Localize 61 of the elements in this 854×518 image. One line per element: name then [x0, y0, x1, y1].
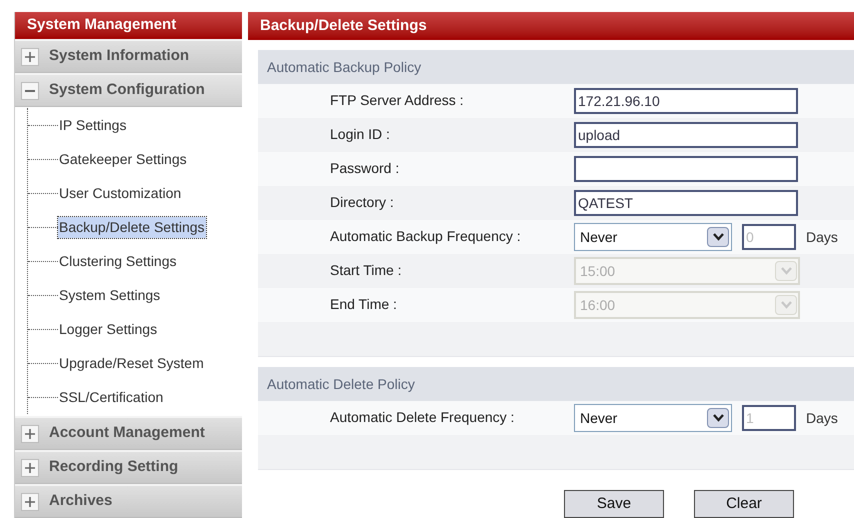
group-label: System Information	[49, 46, 190, 66]
sidebar-title: System Management	[15, 12, 242, 39]
frequency-select[interactable]: Never	[574, 404, 732, 432]
group-label: Recording Setting	[49, 457, 178, 478]
form-button[interactable]: Clear	[694, 490, 794, 518]
select-value: Never	[580, 408, 618, 428]
plus-icon	[25, 496, 35, 506]
sidebar-group[interactable]: Recording Setting	[15, 452, 242, 484]
minus-icon	[25, 90, 35, 92]
dropdown-button[interactable]	[707, 227, 729, 247]
chevron-down-icon	[712, 414, 724, 422]
group-label: System Configuration	[49, 80, 205, 100]
frequency-select[interactable]: Never	[574, 223, 732, 251]
toggle-button[interactable]	[21, 48, 39, 66]
select-value: Never	[580, 228, 618, 246]
dropdown-button[interactable]	[707, 408, 729, 428]
toggle-button[interactable]	[21, 458, 39, 476]
input-field[interactable]: 172.21.96.10	[574, 88, 798, 114]
chevron-down-icon	[780, 267, 792, 275]
toggle-button[interactable]	[21, 82, 39, 100]
field-label: Start Time :	[330, 262, 402, 278]
select-value: 15:00	[580, 262, 616, 280]
sidebar-item[interactable]: Upgrade/Reset System	[58, 352, 205, 374]
toggle-button[interactable]	[21, 424, 39, 442]
sidebar-item[interactable]: Clustering Settings	[58, 250, 178, 272]
chevron-down-icon	[780, 301, 792, 309]
plus-icon	[25, 462, 35, 472]
field-label: End Time :	[330, 296, 397, 312]
sidebar-item[interactable]: Logger Settings	[58, 318, 158, 340]
field-label: FTP Server Address :	[330, 92, 464, 108]
sidebar-group[interactable]: System Configuration	[15, 75, 242, 107]
sidebar-item[interactable]: IP Settings	[58, 114, 128, 136]
sidebar-item[interactable]: System Settings	[58, 284, 162, 306]
sidebar-item[interactable]: Gatekeeper Settings	[58, 148, 188, 170]
sidebar-item[interactable]: SSL/Certification	[58, 386, 164, 408]
toggle-button[interactable]	[21, 492, 39, 510]
sidebar-group[interactable]: Account Management	[15, 418, 242, 450]
plus-icon	[25, 52, 35, 62]
input-field[interactable]: upload	[574, 122, 798, 148]
field-label: Login ID :	[330, 126, 390, 142]
field-label: Directory :	[330, 194, 394, 210]
plus-icon	[25, 428, 35, 438]
days-unit-label: Days	[806, 228, 838, 247]
section-title: Automatic Delete Policy	[258, 367, 854, 401]
select-value: 16:00	[580, 296, 616, 314]
sidebar-item[interactable]: Backup/Delete Settings	[58, 216, 206, 238]
input-field[interactable]	[574, 156, 798, 182]
group-label: Archives	[49, 491, 112, 512]
input-field[interactable]: QATEST	[574, 190, 798, 216]
field-label: Password :	[330, 160, 400, 176]
sidebar-group[interactable]: Archives	[15, 486, 242, 518]
field-label: Automatic Backup Frequency :	[330, 228, 521, 244]
page-title: Backup/Delete Settings	[248, 12, 854, 40]
chevron-down-icon	[712, 233, 724, 241]
form-button[interactable]: Save	[564, 490, 664, 518]
days-unit-label: Days	[806, 408, 838, 428]
sidebar-item[interactable]: User Customization	[58, 182, 182, 204]
group-label: Account Management	[49, 423, 205, 444]
field-label: Automatic Delete Frequency :	[330, 409, 514, 425]
sidebar-group[interactable]: System Information	[15, 41, 242, 73]
section-title: Automatic Backup Policy	[258, 50, 854, 84]
